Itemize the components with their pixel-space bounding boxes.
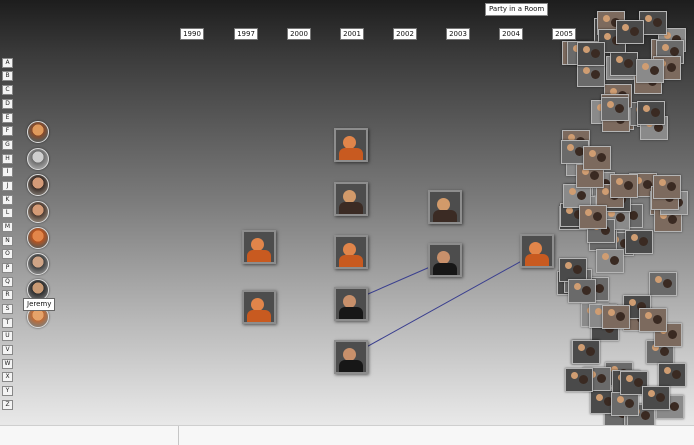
photo-thumbnail[interactable] (242, 290, 276, 324)
year-label-2005[interactable]: 2005 (552, 28, 576, 40)
photo-thumbnail[interactable] (520, 234, 554, 268)
person-avatar[interactable] (27, 201, 49, 223)
photo-thumbnail[interactable] (583, 146, 611, 170)
row-label-k[interactable]: K (2, 195, 13, 205)
row-label-x[interactable]: X (2, 372, 13, 382)
photo-thumbnail[interactable] (577, 63, 605, 87)
row-label-l[interactable]: L (2, 208, 13, 218)
photo-thumbnail[interactable] (625, 230, 653, 254)
row-label-f[interactable]: F (2, 126, 13, 136)
photo-thumbnail[interactable] (572, 340, 600, 364)
bottom-scroll-strip[interactable] (0, 425, 694, 445)
bottom-strip-marker (178, 426, 179, 445)
zoom-label: Party in a Room (485, 3, 549, 16)
row-label-o[interactable]: O (2, 249, 13, 259)
photo-thumbnail[interactable] (653, 175, 681, 199)
year-label-2002[interactable]: 2002 (393, 28, 417, 40)
photo-thumbnail[interactable] (610, 174, 638, 198)
photo-thumbnail[interactable] (568, 279, 596, 303)
row-label-j[interactable]: J (2, 181, 13, 191)
timeline-canvas[interactable]: Party in a Room 1990 1997 2000 2001 2002… (0, 0, 694, 445)
person-avatar[interactable] (27, 174, 49, 196)
row-label-t[interactable]: T (2, 318, 13, 328)
row-label-d[interactable]: D (2, 99, 13, 109)
photo-thumbnail[interactable] (334, 128, 368, 162)
photo-thumbnail[interactable] (616, 20, 644, 44)
person-avatar[interactable] (27, 227, 49, 249)
photo-thumbnail[interactable] (636, 59, 664, 83)
photo-thumbnail[interactable] (637, 101, 665, 125)
row-label-q[interactable]: Q (2, 277, 13, 287)
photo-thumbnail[interactable] (565, 368, 593, 392)
person-avatar[interactable] (27, 148, 49, 170)
person-avatar[interactable] (27, 253, 49, 275)
person-avatar[interactable] (27, 121, 49, 143)
row-label-b[interactable]: B (2, 71, 13, 81)
row-label-c[interactable]: C (2, 85, 13, 95)
row-label-y[interactable]: Y (2, 386, 13, 396)
row-label-e[interactable]: E (2, 113, 13, 123)
person-name-tooltip: Jeremy (23, 298, 56, 311)
year-label-1997[interactable]: 1997 (234, 28, 258, 40)
year-label-1990[interactable]: 1990 (180, 28, 204, 40)
photo-thumbnail[interactable] (334, 287, 368, 321)
row-label-i[interactable]: I (2, 167, 13, 177)
photo-thumbnail[interactable] (579, 205, 607, 229)
photo-thumbnail[interactable] (334, 340, 368, 374)
row-label-z[interactable]: Z (2, 400, 13, 410)
photo-thumbnail[interactable] (334, 182, 368, 216)
row-label-r[interactable]: R (2, 290, 13, 300)
row-label-u[interactable]: U (2, 331, 13, 341)
year-label-2004[interactable]: 2004 (499, 28, 523, 40)
photo-thumbnail[interactable] (334, 235, 368, 269)
photo-thumbnail[interactable] (611, 392, 639, 416)
photo-thumbnail[interactable] (596, 249, 624, 273)
photo-thumbnail[interactable] (602, 305, 630, 329)
row-label-s[interactable]: S (2, 304, 13, 314)
photo-thumbnail[interactable] (577, 42, 605, 66)
row-label-v[interactable]: V (2, 345, 13, 355)
photo-thumbnail[interactable] (601, 97, 629, 121)
row-label-g[interactable]: G (2, 140, 13, 150)
year-label-2003[interactable]: 2003 (446, 28, 470, 40)
photo-thumbnail[interactable] (428, 190, 462, 224)
row-label-a[interactable]: A (2, 58, 13, 68)
row-label-m[interactable]: M (2, 222, 13, 232)
photo-thumbnail[interactable] (610, 52, 638, 76)
photo-thumbnail[interactable] (649, 272, 677, 296)
photo-thumbnail[interactable] (428, 243, 462, 277)
photo-thumbnail[interactable] (658, 363, 686, 387)
row-label-p[interactable]: P (2, 263, 13, 273)
row-label-w[interactable]: W (2, 359, 13, 369)
photo-thumbnail[interactable] (642, 386, 670, 410)
row-label-n[interactable]: N (2, 236, 13, 246)
row-label-h[interactable]: H (2, 154, 13, 164)
photo-thumbnail[interactable] (242, 230, 276, 264)
year-label-2001[interactable]: 2001 (340, 28, 364, 40)
photo-thumbnail[interactable] (639, 308, 667, 332)
year-label-2000[interactable]: 2000 (287, 28, 311, 40)
